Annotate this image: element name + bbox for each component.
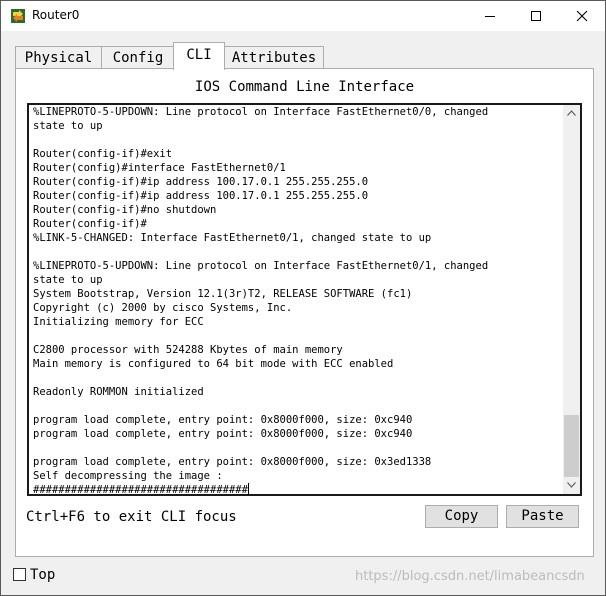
- top-checkbox[interactable]: [13, 568, 26, 581]
- tab-cli[interactable]: CLI: [173, 42, 225, 70]
- console-line: %LINEPROTO-5-UPDOWN: Line protocol on In…: [33, 106, 489, 118]
- console-line: Router(config-if)#ip address 100.17.0.1 …: [33, 176, 369, 188]
- console-line: %LINK-5-CHANGED: Interface FastEthernet0…: [33, 232, 432, 244]
- console-line: Initializing memory for ECC: [33, 316, 204, 328]
- console-line: System Bootstrap, Version 12.1(3r)T2, RE…: [33, 288, 413, 300]
- tab-physical[interactable]: Physical: [15, 46, 102, 69]
- window-title: Router0: [32, 8, 80, 22]
- watermark: https://blog.csdn.net/limabeancsdn: [355, 569, 585, 584]
- maximize-icon: [531, 11, 541, 21]
- paste-button[interactable]: Paste: [506, 505, 579, 528]
- console-line: state to up: [33, 274, 103, 286]
- console-line: program load complete, entry point: 0x80…: [33, 428, 413, 440]
- console-line: Main memory is configured to 64 bit mode…: [33, 358, 394, 370]
- scroll-thumb[interactable]: [564, 415, 579, 477]
- console-scrollbar[interactable]: [563, 105, 580, 494]
- panel-title: IOS Command Line Interface: [194, 79, 415, 95]
- top-label: Top: [30, 567, 56, 583]
- console-line: program load complete, entry point: 0x80…: [33, 414, 413, 426]
- console-line: Copyright (c) 2000 by cisco Systems, Inc…: [33, 302, 293, 314]
- console-line: Router(config)#interface FastEthernet0/1: [33, 162, 286, 174]
- minimize-icon: [485, 16, 495, 17]
- console-line: ##################################: [33, 484, 248, 496]
- console-line: program load complete, entry point: 0x80…: [33, 456, 432, 468]
- router-app-icon: [10, 8, 26, 24]
- console-line: Router(config-if)#: [33, 218, 147, 230]
- close-button[interactable]: [559, 1, 605, 31]
- console-line: Router(config-if)#ip address 100.17.0.1 …: [33, 190, 369, 202]
- scroll-up-button[interactable]: [563, 105, 580, 122]
- tab-config[interactable]: Config: [101, 46, 175, 69]
- console-line: Router(config-if)#no shutdown: [33, 204, 217, 216]
- tab-attributes[interactable]: Attributes: [224, 46, 324, 69]
- console-line: state to up: [33, 120, 103, 132]
- scroll-down-button[interactable]: [563, 477, 580, 494]
- copy-button[interactable]: Copy: [425, 505, 498, 528]
- console-line: %LINEPROTO-5-UPDOWN: Line protocol on In…: [33, 260, 489, 272]
- close-icon: [576, 10, 588, 22]
- text-cursor: [247, 483, 249, 494]
- cli-panel: IOS Command Line Interface %LINEPROTO-5-…: [15, 68, 594, 557]
- console-line: Self decompressing the image :: [33, 470, 223, 482]
- router-window: Router0 Physical Config CLI Attributes I…: [0, 0, 606, 596]
- chevron-up-icon: [567, 110, 576, 116]
- minimize-button[interactable]: [467, 1, 513, 31]
- maximize-button[interactable]: [513, 1, 559, 31]
- console-line: C2800 processor with 524288 Kbytes of ma…: [33, 344, 343, 356]
- console-line: Router(config-if)#exit: [33, 148, 173, 160]
- title-bar[interactable]: Router0: [1, 1, 605, 31]
- cli-focus-hint: Ctrl+F6 to exit CLI focus: [26, 509, 237, 525]
- console-output[interactable]: %LINEPROTO-5-UPDOWN: Line protocol on In…: [33, 105, 561, 496]
- console-line: Readonly ROMMON initialized: [33, 386, 204, 398]
- chevron-down-icon: [567, 482, 576, 488]
- cli-console[interactable]: %LINEPROTO-5-UPDOWN: Line protocol on In…: [27, 103, 582, 496]
